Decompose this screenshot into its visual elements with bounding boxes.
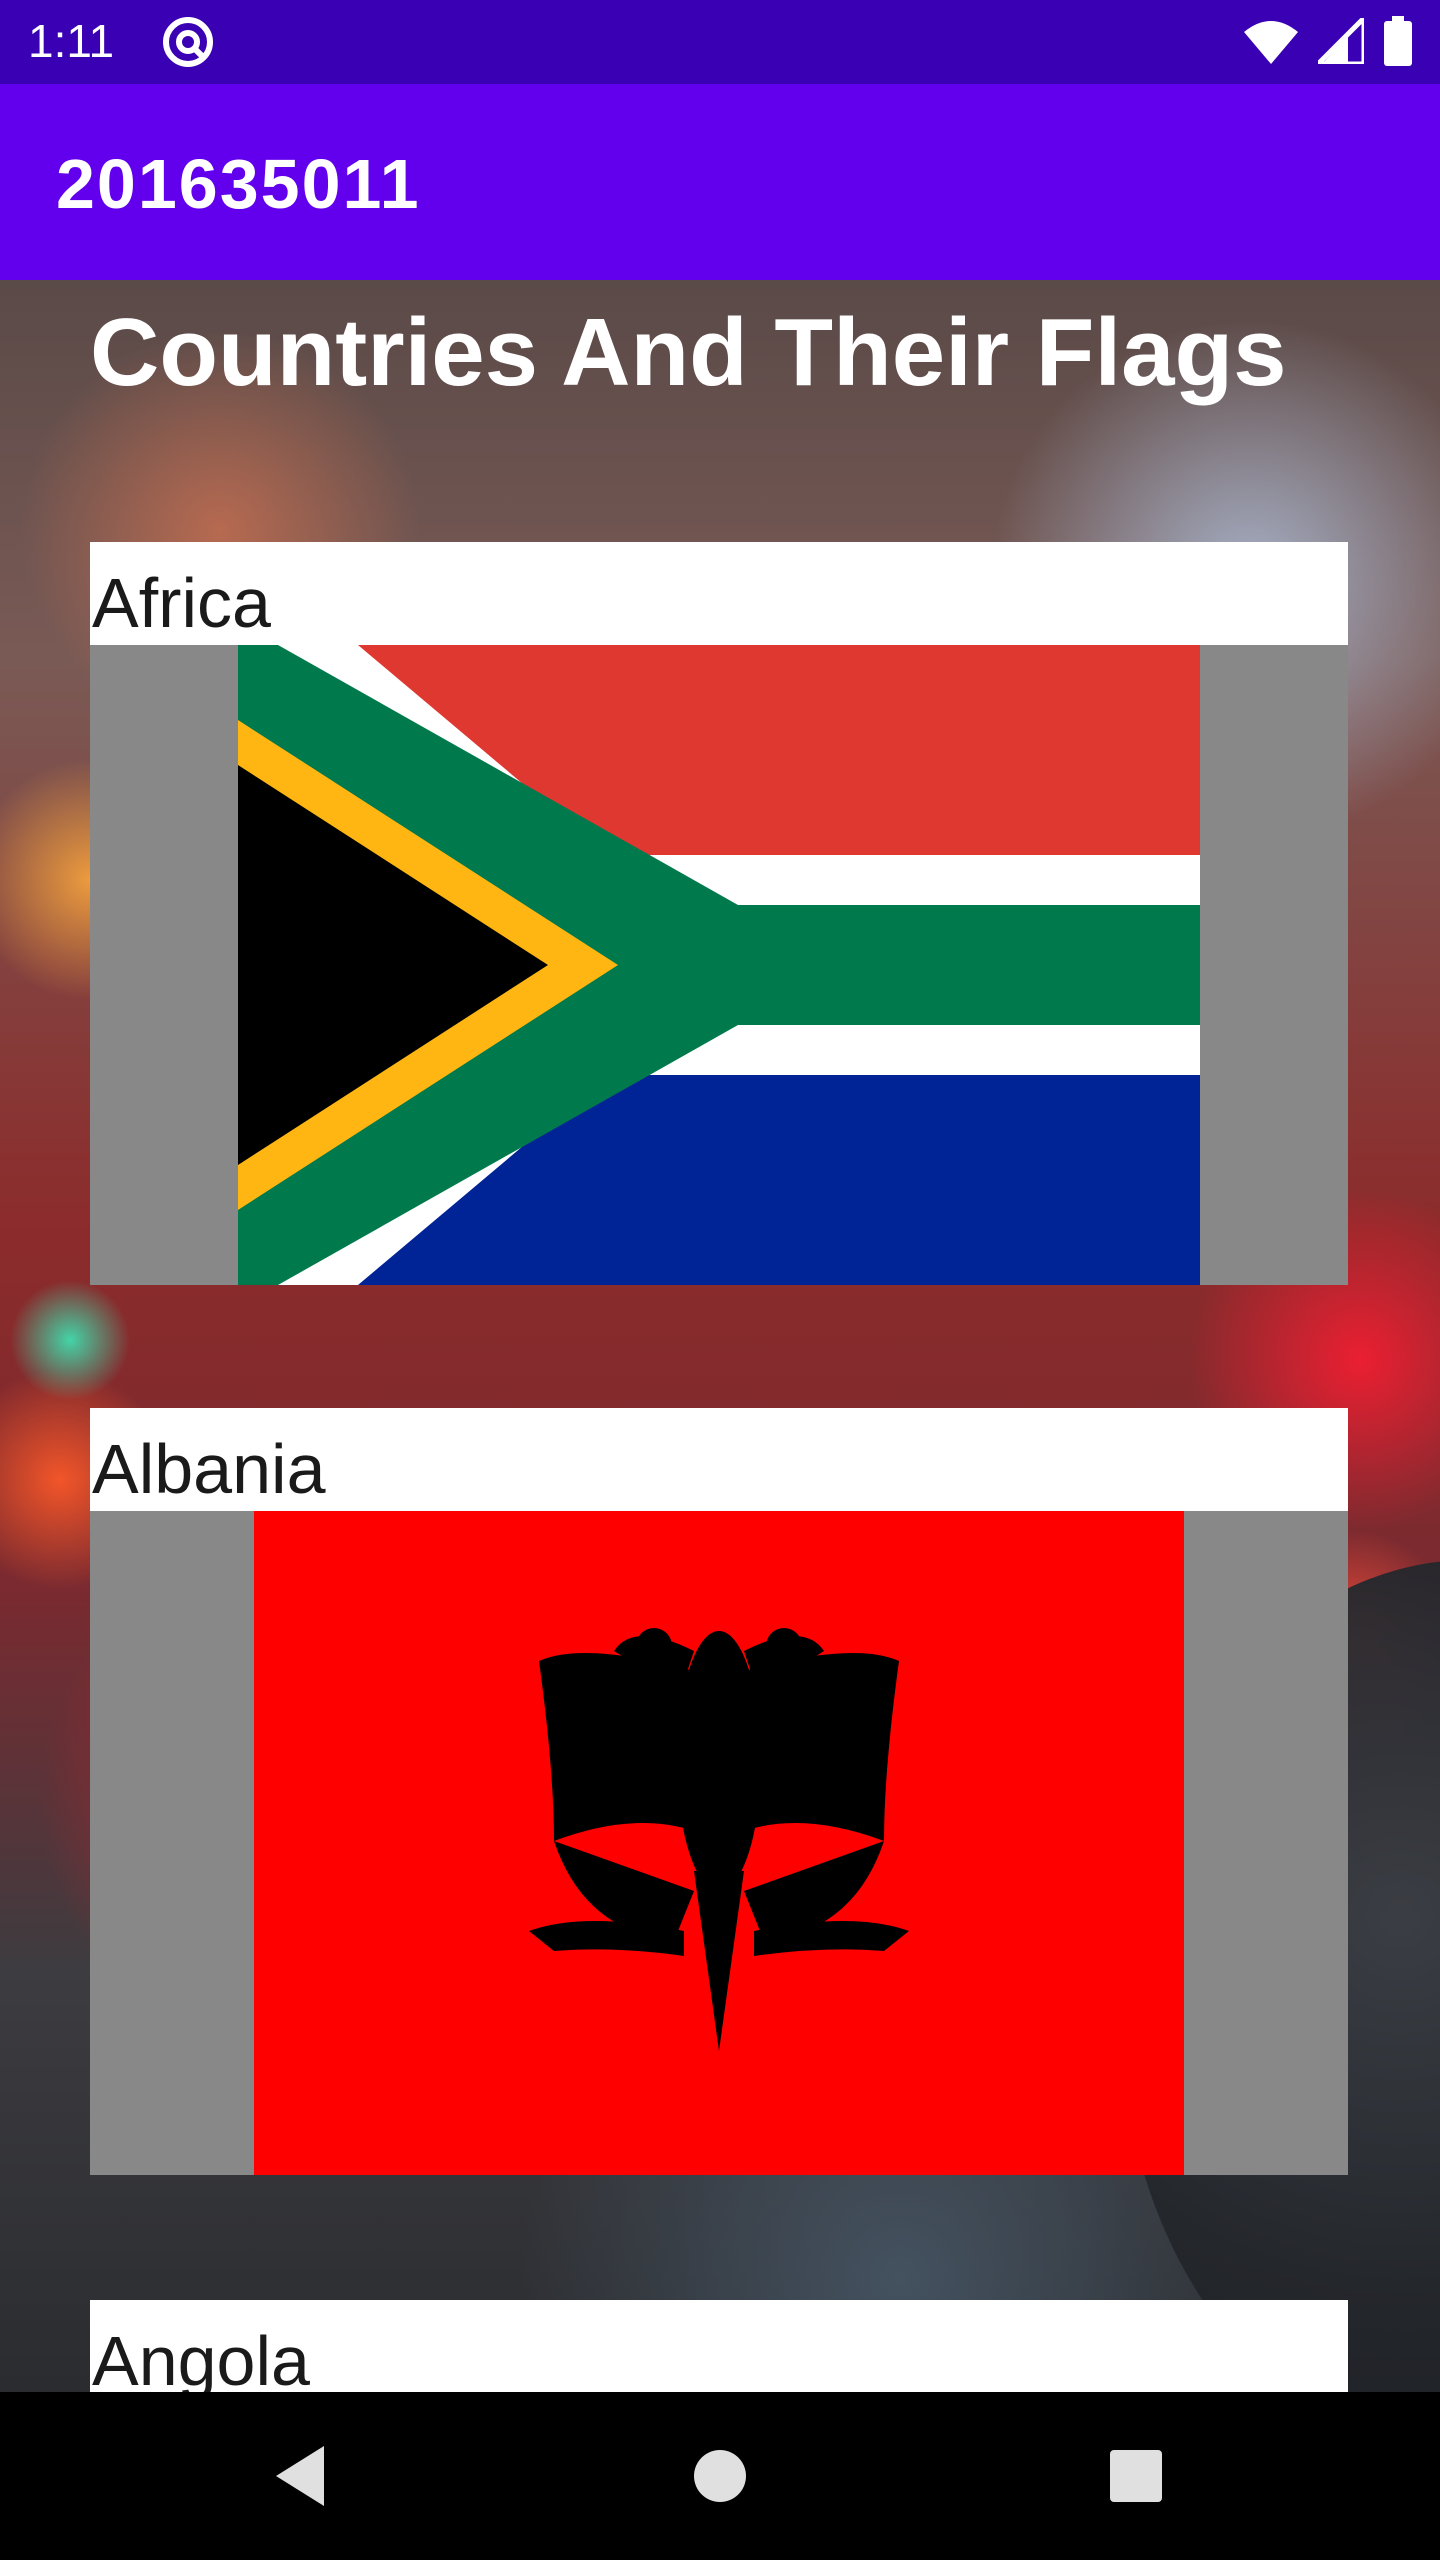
list-item-angola[interactable]: Angola (90, 2300, 1348, 2392)
navigation-bar (0, 2392, 1440, 2560)
wifi-icon (1244, 21, 1298, 64)
status-bar: 1:11 (0, 0, 1440, 84)
page-title: Countries And Their Flags (90, 299, 1287, 406)
recents-icon[interactable] (1100, 2440, 1172, 2512)
home-icon[interactable] (684, 2440, 756, 2512)
country-name: Albania (92, 1430, 326, 1508)
flag-image-frame (90, 1511, 1348, 2175)
at-sign-notification-icon (163, 17, 213, 67)
albania-flag (254, 1511, 1184, 2175)
app-bar-title: 201635011 (56, 145, 421, 223)
status-time: 1:11 (28, 15, 115, 67)
south-africa-flag (238, 645, 1200, 1285)
app-bar: 201635011 (0, 84, 1440, 280)
list-item-albania[interactable]: Albania (90, 1408, 1348, 2175)
back-icon[interactable] (266, 2440, 338, 2512)
list-item-africa[interactable]: Africa (90, 542, 1348, 1285)
country-name: Africa (92, 564, 271, 642)
flag-image-frame (90, 645, 1348, 1285)
cellular-signal-icon (1318, 18, 1364, 64)
country-name: Angola (92, 2322, 310, 2392)
battery-icon (1384, 16, 1412, 66)
country-list[interactable]: Countries And Their Flags Africa Albania (0, 280, 1440, 2392)
